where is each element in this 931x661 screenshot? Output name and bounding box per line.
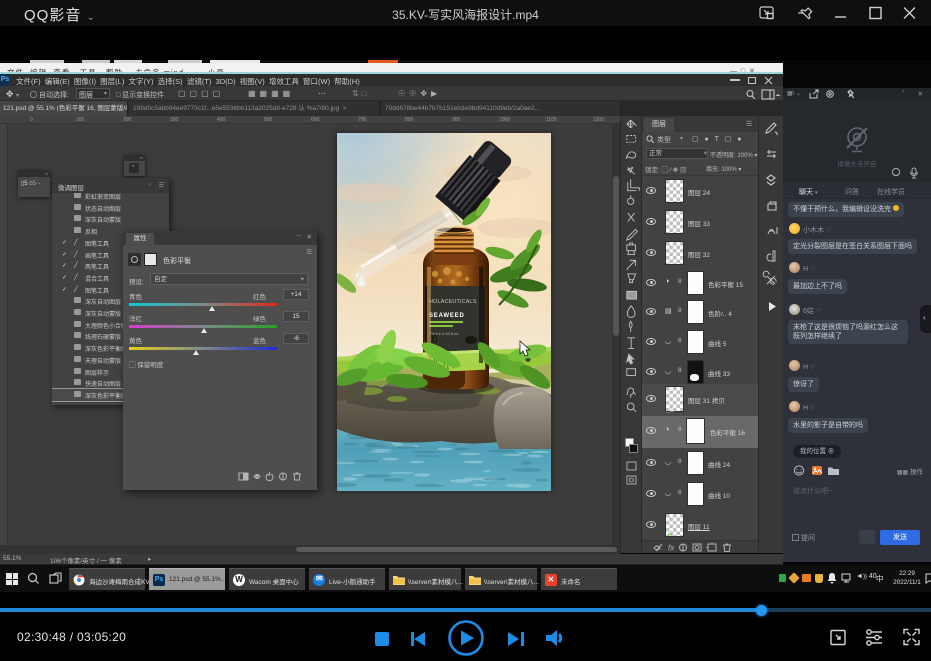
svg-text:fx: fx: [668, 544, 675, 553]
svg-text:HOLACEUTICALS: HOLACEUTICALS: [429, 299, 477, 305]
svg-text:SEAWEED: SEAWEED: [429, 313, 465, 319]
svg-text:15ml e 0.53 fl.oz.: 15ml e 0.53 fl.oz.: [429, 331, 459, 336]
